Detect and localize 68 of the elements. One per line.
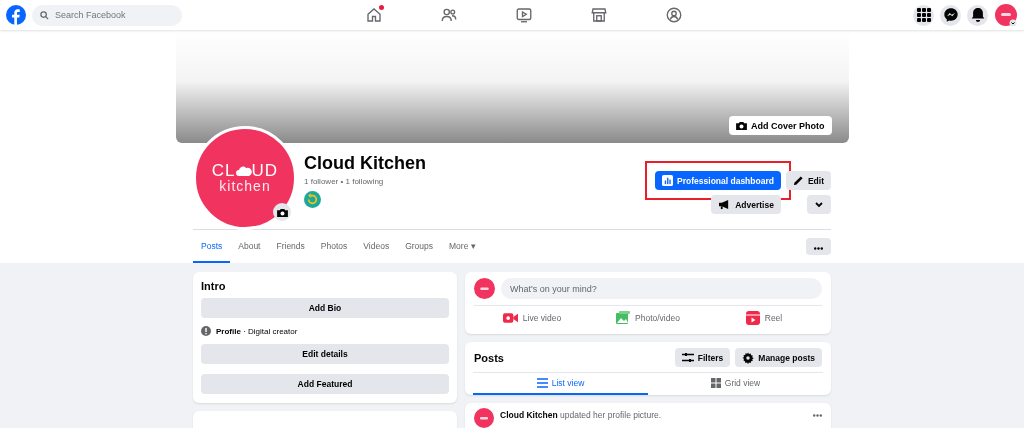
avatar-icon bbox=[474, 278, 495, 299]
marketplace-icon bbox=[589, 6, 608, 24]
more-options-button[interactable] bbox=[807, 195, 831, 214]
profile-tab[interactable]: About bbox=[230, 230, 269, 263]
search-icon bbox=[40, 10, 49, 20]
profile-tab[interactable]: Friends bbox=[268, 230, 313, 263]
reel-icon bbox=[745, 311, 760, 325]
logo-text: UD bbox=[251, 161, 279, 179]
video-icon bbox=[514, 6, 533, 24]
photo-button[interactable]: Photo/video bbox=[590, 306, 706, 330]
change-photo-button[interactable] bbox=[273, 203, 291, 221]
profile-tab[interactable]: Videos bbox=[355, 230, 398, 263]
camera-icon bbox=[276, 207, 288, 217]
chart-icon bbox=[662, 175, 674, 186]
dashboard-button[interactable]: Professional dashboard bbox=[655, 171, 781, 190]
groups-icon bbox=[664, 6, 683, 24]
menu-button[interactable] bbox=[913, 4, 934, 26]
video-camera-icon bbox=[502, 312, 518, 324]
cloud-icon bbox=[235, 164, 252, 176]
post-header-text: Cloud Kitchen updated her profile picture. bbox=[500, 410, 663, 420]
manage-button[interactable]: Manage posts bbox=[735, 348, 822, 367]
filters-button[interactable]: Filters bbox=[674, 348, 731, 367]
view-tab[interactable]: List view bbox=[473, 373, 648, 395]
facebook-logo[interactable] bbox=[6, 5, 26, 25]
sliders-icon bbox=[681, 352, 694, 363]
grid-icon bbox=[710, 378, 721, 388]
profile-tab[interactable]: Groups bbox=[397, 230, 441, 263]
profile-category: Profile · Digital creator bbox=[216, 326, 298, 336]
profile-tab[interactable]: Photos bbox=[312, 230, 356, 263]
list-icon bbox=[536, 378, 548, 388]
section-title: Posts bbox=[474, 351, 505, 364]
search-field[interactable]: Search Facebook bbox=[55, 10, 165, 20]
logo-subtitle: kitchen bbox=[219, 178, 271, 195]
page-name: Cloud Kitchen bbox=[304, 153, 426, 174]
pencil-icon bbox=[792, 175, 804, 186]
info-icon bbox=[201, 326, 211, 336]
edit-button[interactable]: Edit bbox=[785, 171, 831, 190]
camera-icon bbox=[736, 121, 747, 130]
view-tab[interactable]: Grid view bbox=[648, 373, 823, 395]
home-icon bbox=[364, 6, 383, 24]
add-featured-button[interactable]: Add Featured bbox=[201, 374, 449, 394]
refresh-badge-icon bbox=[304, 191, 321, 208]
live-button[interactable]: Live video bbox=[474, 306, 590, 330]
more-button[interactable] bbox=[806, 238, 831, 255]
post-input[interactable]: What's on your mind? bbox=[501, 278, 822, 299]
notifications-button[interactable] bbox=[967, 4, 988, 26]
profile-tab[interactable]: More ▾ bbox=[441, 230, 484, 263]
edit-details-button[interactable]: Edit details bbox=[201, 344, 449, 364]
messenger-button[interactable] bbox=[940, 4, 961, 26]
messenger-icon bbox=[942, 7, 959, 23]
logo-text: CL bbox=[211, 161, 236, 179]
search-field[interactable]: Search Facebook bbox=[32, 4, 182, 26]
menu-icon bbox=[916, 8, 931, 22]
ellipsis-icon bbox=[813, 414, 822, 417]
chevron-down-icon bbox=[814, 200, 824, 209]
follower-stats: 1 follower • 1 following bbox=[304, 177, 385, 186]
friends-icon bbox=[439, 6, 458, 24]
photo-icon bbox=[616, 311, 631, 325]
add-cover-photo-button[interactable]: Add Cover Photo bbox=[729, 116, 832, 135]
reel-button[interactable]: Reel bbox=[706, 306, 822, 330]
advertise-button[interactable]: Advertise bbox=[711, 195, 781, 214]
notifications-icon bbox=[970, 7, 985, 23]
gear-icon bbox=[742, 351, 755, 364]
ellipsis-icon bbox=[814, 246, 823, 250]
add-bio-button[interactable]: Add Bio bbox=[201, 298, 449, 318]
account-avatar[interactable] bbox=[994, 3, 1018, 27]
card-title: Intro bbox=[201, 280, 227, 292]
profile-tab[interactable]: Posts bbox=[193, 230, 231, 263]
